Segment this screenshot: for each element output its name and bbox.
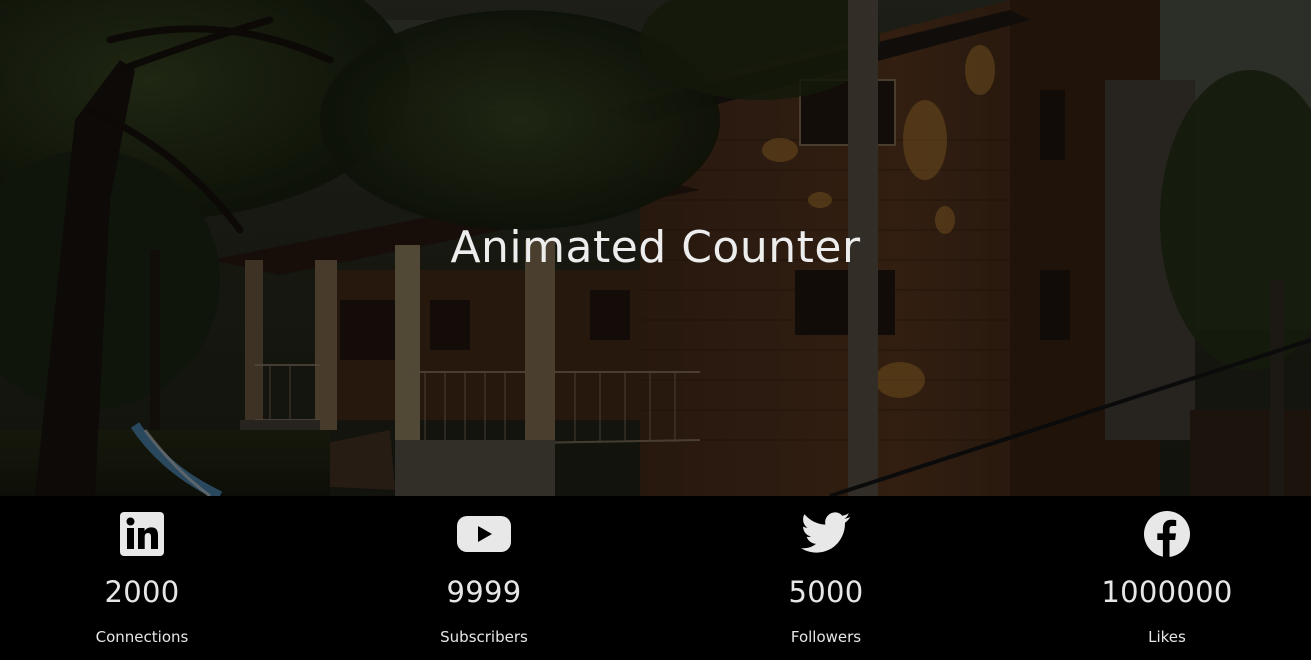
counter-followers: 5000 Followers [706, 496, 946, 660]
hero-section: Animated Counter [0, 0, 1311, 496]
counter-label: Followers [790, 628, 862, 646]
facebook-icon [1139, 511, 1195, 560]
youtube-icon [456, 512, 512, 560]
counter-label: Likes [1148, 628, 1186, 646]
counter-value: 2000 [104, 575, 180, 609]
counter-label: Subscribers [440, 628, 528, 646]
counter-likes: 1000000 Likes [1047, 496, 1287, 660]
twitter-icon [798, 512, 854, 560]
page: Animated Counter 2000 Connections 9999 S… [0, 0, 1311, 660]
counter-label: Connections [95, 628, 189, 646]
counter-value: 1000000 [1101, 575, 1233, 609]
counters-section: 2000 Connections 9999 Subscribers 5000 F… [0, 496, 1311, 660]
counter-subscribers: 9999 Subscribers [364, 496, 604, 660]
page-title: Animated Counter [450, 222, 861, 273]
counter-value: 5000 [788, 575, 864, 609]
linkedin-icon [114, 512, 170, 560]
counter-value: 9999 [446, 575, 522, 609]
counter-connections: 2000 Connections [22, 496, 262, 660]
